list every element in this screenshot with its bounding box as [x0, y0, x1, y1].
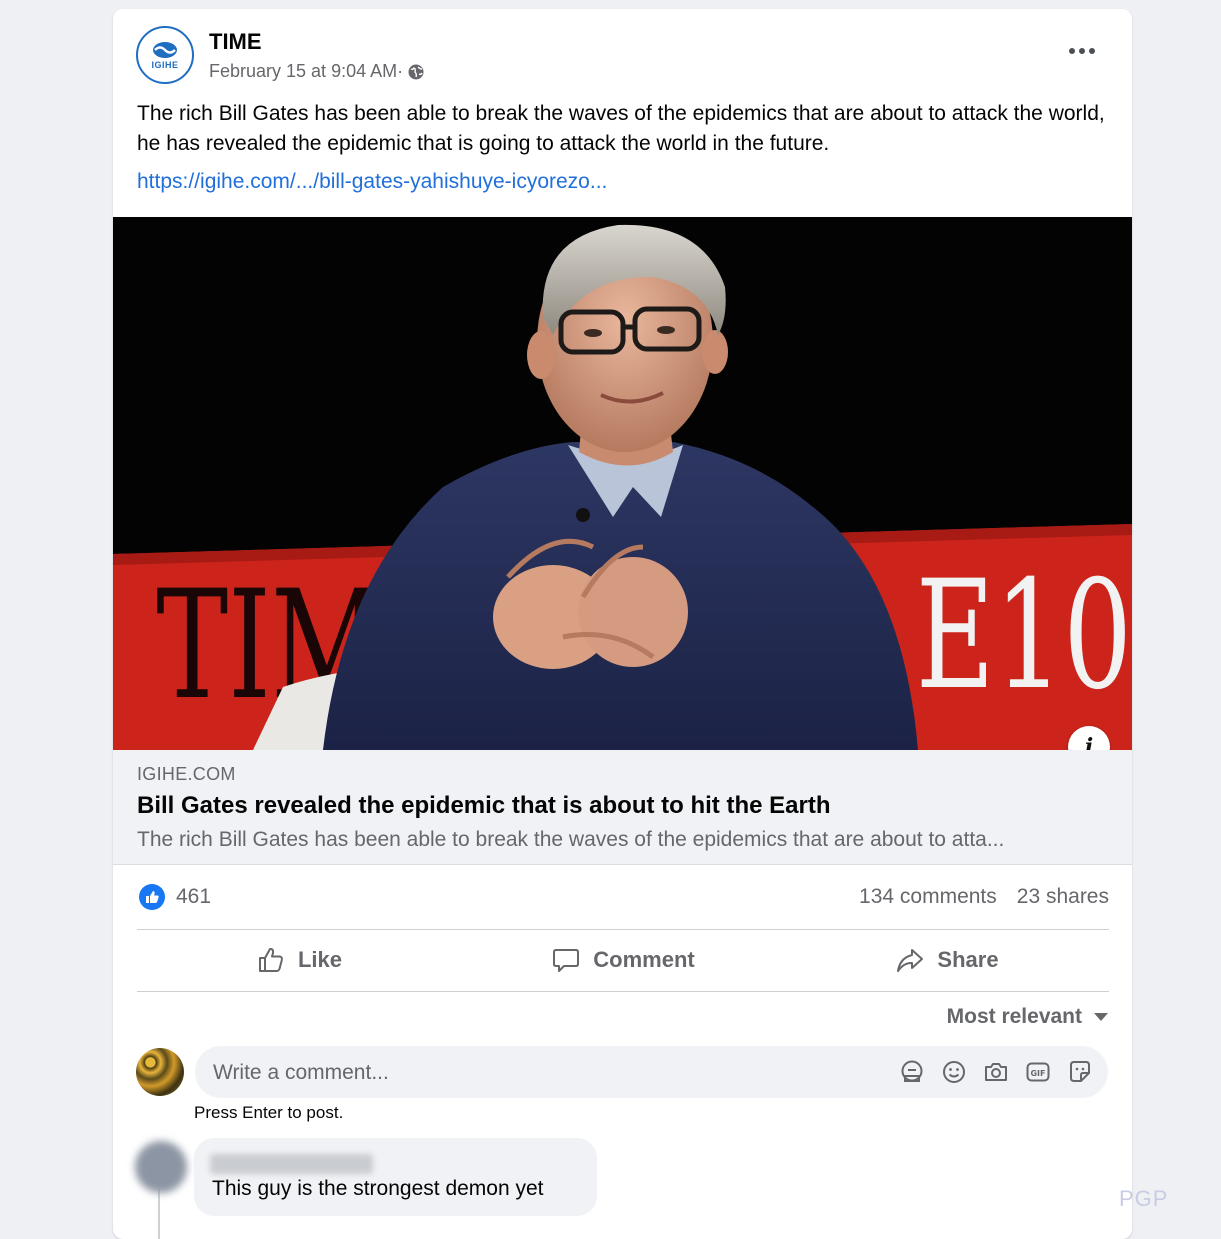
avatar-logo-text: IGIHE — [151, 59, 179, 70]
comment-sort-dropdown[interactable]: Most relevant — [947, 1005, 1108, 1029]
share-icon — [897, 949, 924, 972]
like-badge-icon[interactable] — [139, 884, 165, 910]
comment-composer: GIF — [195, 1046, 1108, 1100]
commenter-avatar[interactable] — [135, 1141, 187, 1193]
bill-gates-photo: TIM E100 — [113, 217, 1132, 750]
post-timestamp[interactable]: February 15 at 9:04 AM· — [209, 61, 403, 82]
igihe-logo-icon — [153, 41, 177, 58]
comment-button[interactable]: Comment — [461, 930, 785, 990]
post-photo[interactable]: TIM E100 — [113, 217, 1132, 750]
post-meta: February 15 at 9:04 AM· — [209, 61, 425, 82]
globe-icon — [408, 64, 424, 79]
share-button[interactable]: Share — [785, 930, 1109, 990]
thread-line — [158, 1189, 160, 1239]
like-label: Like — [297, 947, 343, 972]
engagement-stats: 461 134 comments 23 shares — [137, 881, 1109, 913]
link-preview[interactable]: IGIHE.COM Bill Gates revealed the epidem… — [113, 750, 1132, 865]
post-link[interactable]: https://igihe.com/.../bill-gates-yahishu… — [137, 170, 607, 194]
comment-bubble: This guy is the strongest demon yet — [194, 1138, 597, 1216]
post-header: IGIHE TIME February 15 at 9:04 AM· — [113, 9, 1132, 99]
share-count[interactable]: 23 shares — [1017, 885, 1109, 909]
action-bar: Like Comment Share — [137, 930, 1109, 990]
comment-label: Comment — [593, 947, 695, 972]
comment-icon — [553, 949, 580, 972]
share-label: Share — [937, 947, 999, 972]
divider-bottom — [137, 991, 1109, 992]
like-button[interactable]: Like — [137, 930, 461, 990]
avatar-sticker-icon[interactable] — [898, 1058, 926, 1086]
page-name[interactable]: TIME — [209, 29, 262, 55]
page-avatar[interactable]: IGIHE — [136, 26, 194, 84]
watermark: PGP — [1119, 1186, 1169, 1211]
more-options-icon[interactable] — [1062, 39, 1102, 63]
composer-icons: GIF — [898, 1058, 1094, 1086]
commenter-name-redacted[interactable] — [210, 1154, 373, 1174]
camera-icon[interactable] — [982, 1058, 1010, 1086]
post-text: The rich Bill Gates has been able to bre… — [137, 102, 1105, 155]
svg-text:GIF: GIF — [1030, 1069, 1045, 1078]
current-user-avatar[interactable] — [136, 1048, 184, 1096]
sticker-icon[interactable] — [1066, 1058, 1094, 1086]
post-card: IGIHE TIME February 15 at 9:04 AM· The r… — [113, 9, 1132, 1239]
thumbs-up-icon — [258, 947, 283, 972]
caret-down-icon — [1094, 1013, 1108, 1021]
like-count[interactable]: 461 — [176, 885, 211, 909]
sort-label: Most relevant — [946, 1005, 1082, 1028]
link-preview-description: The rich Bill Gates has been able to bre… — [137, 828, 1005, 851]
comment-text: This guy is the strongest demon yet — [212, 1177, 544, 1200]
stats-right: 134 comments 23 shares — [859, 885, 1109, 909]
enter-hint: Press Enter to post. — [194, 1103, 344, 1122]
gif-icon[interactable]: GIF — [1024, 1058, 1052, 1086]
backdrop-text-right: E100 — [916, 548, 1132, 722]
comment-input[interactable] — [211, 1046, 875, 1100]
emoji-icon[interactable] — [940, 1058, 968, 1086]
comment-count[interactable]: 134 comments — [859, 885, 997, 909]
link-preview-title[interactable]: Bill Gates revealed the epidemic that is… — [137, 792, 830, 820]
link-preview-domain: IGIHE.COM — [137, 764, 236, 784]
